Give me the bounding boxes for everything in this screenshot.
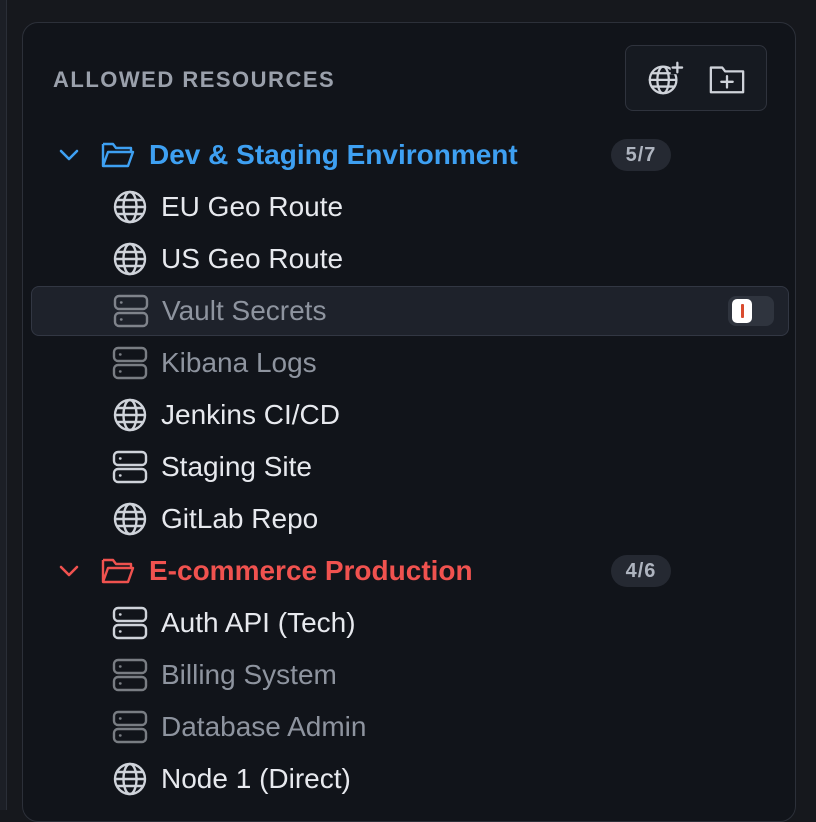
allowed-resources-panel: ALLOWED RESOURCES Dev & Staging Environm… [22, 22, 796, 822]
resource-item-node-1-direct[interactable]: Node 1 (Direct) [23, 753, 797, 805]
resource-item-staging-site[interactable]: Staging Site [23, 441, 797, 493]
resource-toggle[interactable] [728, 296, 774, 326]
resource-label: Staging Site [161, 451, 312, 482]
server-icon [112, 346, 148, 380]
count-badge: 5/7 [611, 139, 671, 171]
panel-toolbar [625, 45, 767, 111]
folder-open-icon [101, 142, 135, 168]
resource-item-auth-api[interactable]: Auth API (Tech) [23, 597, 797, 649]
server-icon [112, 450, 148, 484]
server-icon [112, 710, 148, 744]
resource-label: Vault Secrets [162, 295, 327, 326]
group-label: E-commerce Production [149, 555, 473, 586]
chevron-down-icon[interactable] [57, 143, 81, 167]
left-sidebar-edge [0, 0, 7, 810]
group-dev-staging[interactable]: Dev & Staging Environment 5/7 [23, 129, 797, 181]
resource-label: GitLab Repo [161, 503, 319, 534]
resource-label: Node 1 (Direct) [161, 763, 351, 794]
resource-item-gitlab-repo[interactable]: GitLab Repo [23, 493, 797, 545]
resource-item-vault-secrets[interactable]: Vault Secrets [31, 286, 789, 336]
resource-label: Billing System [161, 659, 337, 690]
add-web-resource-button[interactable] [643, 56, 687, 100]
resource-label: Auth API (Tech) [161, 607, 356, 638]
folder-open-icon [101, 558, 135, 584]
count-badge: 4/6 [611, 555, 671, 587]
resource-item-kibana-logs[interactable]: Kibana Logs [23, 337, 797, 389]
resource-label: EU Geo Route [161, 191, 344, 222]
globe-plus-icon [648, 60, 684, 95]
server-icon [113, 294, 149, 328]
resource-item-billing-system[interactable]: Billing System [23, 649, 797, 701]
resource-label: Database Admin [161, 711, 367, 742]
chevron-down-icon[interactable] [57, 559, 81, 583]
toggle-knob [732, 299, 752, 323]
resource-item-eu-geo-route[interactable]: EU Geo Route [23, 181, 797, 233]
globe-icon [113, 762, 147, 796]
add-folder-button[interactable] [705, 56, 749, 100]
globe-icon [113, 398, 147, 432]
globe-icon [113, 242, 147, 276]
resource-item-us-geo-route[interactable]: US Geo Route [23, 233, 797, 285]
globe-icon [113, 502, 147, 536]
panel-title: ALLOWED RESOURCES [53, 67, 336, 92]
resource-label: Kibana Logs [161, 347, 317, 378]
server-icon [112, 658, 148, 692]
group-label: Dev & Staging Environment [149, 139, 518, 170]
resource-label: Jenkins CI/CD [161, 399, 340, 430]
resource-label: US Geo Route [161, 243, 344, 274]
resource-item-jenkins-ci-cd[interactable]: Jenkins CI/CD [23, 389, 797, 441]
resource-item-database-admin[interactable]: Database Admin [23, 701, 797, 753]
group-ecommerce-production[interactable]: E-commerce Production 4/6 [23, 545, 797, 597]
globe-icon [113, 190, 147, 224]
server-icon [112, 606, 148, 640]
folder-plus-icon [709, 66, 745, 94]
